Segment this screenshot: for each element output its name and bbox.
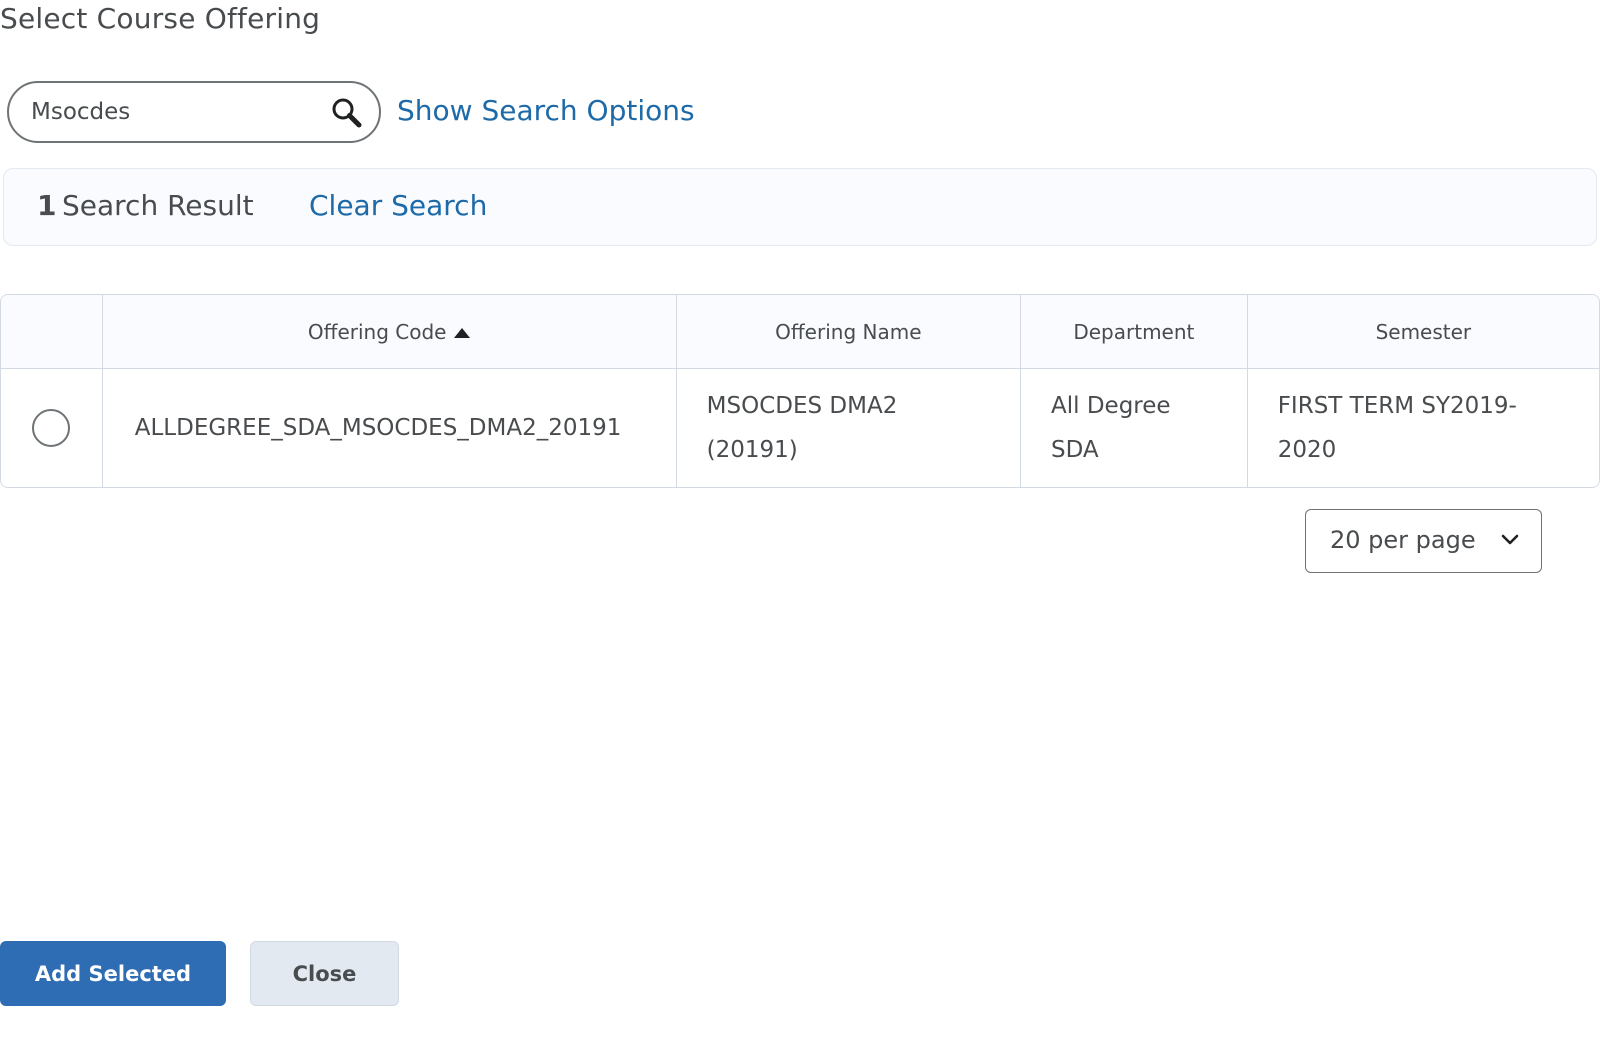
close-button[interactable]: Close (250, 941, 399, 1006)
table-row: ALLDEGREE_SDA_MSOCDES_DMA2_20191 MSOCDES… (1, 369, 1599, 487)
column-header-select (1, 295, 103, 369)
offerings-table: Offering Code Offering Name Department S… (0, 294, 1600, 488)
search-box (7, 81, 381, 143)
offering-code-cell: ALLDEGREE_SDA_MSOCDES_DMA2_20191 (102, 369, 677, 487)
sort-ascending-icon (454, 327, 471, 338)
search-icon[interactable] (331, 97, 363, 129)
results-summary-bar: 1 Search Result Clear Search (3, 168, 1597, 246)
column-header-offering-code[interactable]: Offering Code (102, 295, 677, 369)
page-title: Select Course Offering (0, 2, 321, 35)
semester-cell: FIRST TERM SY2019-2020 (1247, 369, 1599, 487)
results-label: Search Result (62, 189, 254, 222)
add-selected-button[interactable]: Add Selected (0, 941, 226, 1006)
search-input[interactable] (31, 92, 321, 132)
column-header-department[interactable]: Department (1021, 295, 1248, 369)
offering-name-cell: MSOCDES DMA2 (20191) (676, 369, 1022, 487)
show-search-options-link[interactable]: Show Search Options (397, 94, 695, 127)
column-header-semester[interactable]: Semester (1247, 295, 1599, 369)
course-offering-selector: Select Course Offering Show Search Optio… (0, 0, 1600, 1038)
clear-search-link[interactable]: Clear Search (309, 189, 487, 222)
row-select-radio[interactable] (32, 409, 71, 447)
column-header-offering-name[interactable]: Offering Name (676, 295, 1022, 369)
table-header-row: Offering Code Offering Name Department S… (1, 295, 1599, 369)
per-page-label: 20 per page (1330, 526, 1476, 554)
department-cell: All Degree SDA (1021, 369, 1248, 487)
row-select-cell (1, 369, 103, 487)
chevron-down-icon (1501, 534, 1519, 545)
results-count: 1 (37, 189, 57, 222)
column-header-label: Offering Code (307, 319, 447, 344)
per-page-select[interactable]: 20 per page (1305, 509, 1542, 573)
